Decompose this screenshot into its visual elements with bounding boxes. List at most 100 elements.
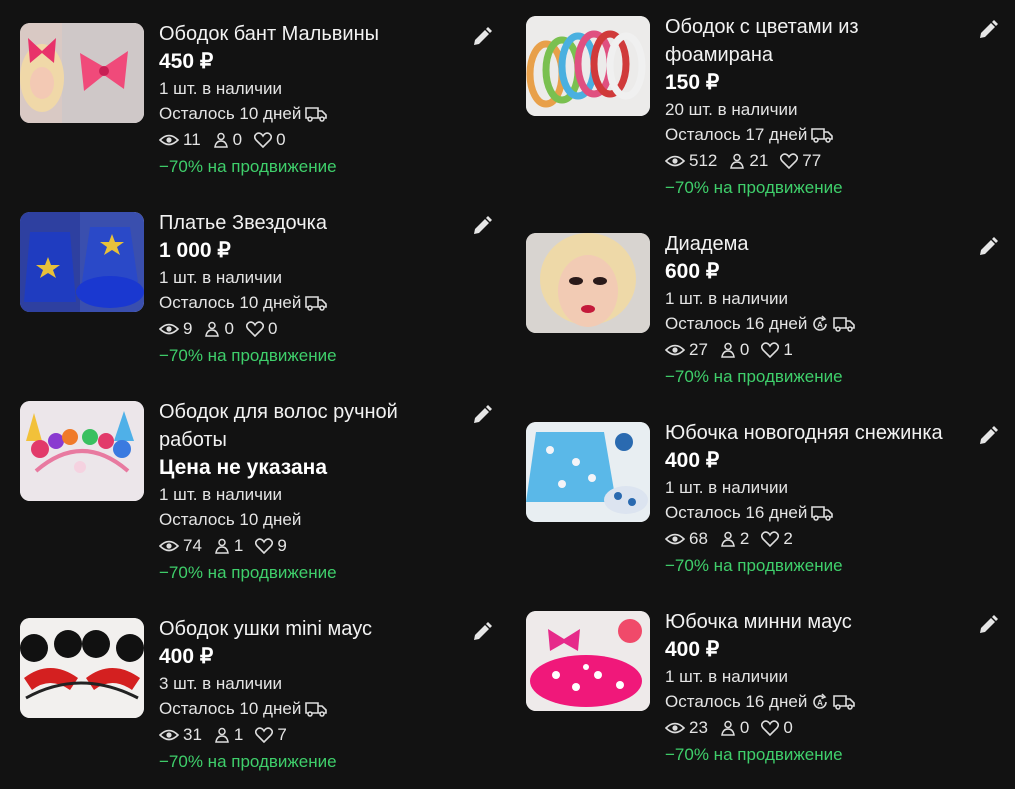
heart-icon: [255, 727, 274, 743]
heart-icon: [780, 153, 799, 169]
listing-card[interactable]: Платье Звездочка 1 000 ₽ 1 шт. в наличии…: [20, 212, 495, 382]
views-count: 31: [183, 725, 202, 744]
views-count: 11: [183, 130, 201, 149]
listing-price: 400 ₽: [665, 638, 720, 661]
eye-icon: [159, 134, 179, 146]
listing-title[interactable]: Платье Звездочка: [159, 209, 469, 237]
eye-icon: [665, 533, 685, 545]
eye-icon: [159, 323, 179, 335]
heart-icon: [245, 321, 264, 337]
listing-card[interactable]: Юбочка новогодняя снежинка 400 ₽ 1 шт. в…: [526, 422, 1001, 592]
person-icon: [205, 321, 220, 337]
remaining-row: Осталось 10 дней: [159, 101, 469, 126]
edit-button[interactable]: [471, 215, 493, 237]
listing-price: 1 000 ₽: [159, 239, 231, 262]
likes-count: 0: [276, 130, 286, 149]
listing-card[interactable]: Ободок ушки mini маус 400 ₽ 3 шт. в нали…: [20, 618, 495, 788]
contacts-count: 1: [233, 725, 244, 744]
heart-icon: [761, 531, 780, 547]
pencil-icon: [980, 237, 998, 255]
listing-card[interactable]: Юбочка минни маус 400 ₽ 1 шт. в наличии …: [526, 611, 1001, 781]
pencil-icon: [980, 615, 998, 633]
stock-text: 20 шт. в наличии: [665, 100, 798, 119]
promo-text[interactable]: −70% на продвижение: [665, 742, 975, 767]
svg-text:A: A: [817, 320, 823, 329]
stock-text: 1 шт. в наличии: [159, 485, 283, 504]
heart-icon: [761, 342, 780, 358]
listing-title[interactable]: Ободок для волос ручной работы: [159, 398, 449, 454]
edit-button[interactable]: [977, 425, 999, 447]
truck-icon: [305, 106, 328, 122]
promo-text[interactable]: −70% на продвижение: [665, 553, 975, 578]
remaining-row: Осталось 16 дней A: [665, 689, 975, 714]
remaining-row: Осталось 16 дней: [665, 500, 975, 525]
pencil-icon: [474, 405, 492, 423]
likes-count: 9: [277, 536, 287, 555]
promo-text[interactable]: −70% на продвижение: [665, 175, 945, 200]
listing-card[interactable]: Ободок для волос ручной работы Цена не у…: [20, 401, 495, 601]
contacts-count: 0: [739, 340, 750, 359]
likes-count: 1: [783, 340, 793, 359]
heart-icon: [254, 132, 273, 148]
remaining-row: Осталось 10 дней: [159, 696, 469, 721]
person-icon: [730, 153, 745, 169]
listing-photo[interactable]: [526, 233, 650, 333]
contacts-count: 21: [749, 151, 769, 170]
listing-title[interactable]: Ободок с цветами из фоамирана: [665, 13, 945, 69]
listing-photo[interactable]: [526, 422, 650, 522]
pencil-icon: [474, 216, 492, 234]
remaining-text: Осталось 16 дней: [665, 692, 808, 711]
remaining-row: Осталось 16 дней A: [665, 311, 975, 336]
listing-card[interactable]: Диадема 600 ₽ 1 шт. в наличии Осталось 1…: [526, 233, 1001, 403]
pencil-icon: [980, 426, 998, 444]
eye-icon: [159, 729, 179, 741]
remaining-row: Осталось 17 дней: [665, 122, 945, 147]
remaining-text: Осталось 17 дней: [665, 125, 808, 144]
remaining-text: Осталось 16 дней: [665, 314, 808, 333]
stats-row: 31 1 7: [159, 721, 469, 749]
contacts-count: 2: [739, 529, 750, 548]
listing-photo[interactable]: [526, 16, 650, 116]
promo-text[interactable]: −70% на продвижение: [159, 560, 449, 585]
promo-text[interactable]: −70% на продвижение: [159, 154, 469, 179]
promo-text[interactable]: −70% на продвижение: [159, 343, 469, 368]
edit-button[interactable]: [977, 236, 999, 258]
person-icon: [215, 727, 229, 743]
listing-price: 150 ₽: [665, 71, 720, 94]
listing-title[interactable]: Ободок ушки mini маус: [159, 615, 469, 643]
listing-card[interactable]: Ободок с цветами из фоамирана 150 ₽ 20 ш…: [526, 16, 1001, 216]
edit-button[interactable]: [471, 404, 493, 426]
listing-price: 400 ₽: [159, 645, 214, 668]
promo-text[interactable]: −70% на продвижение: [159, 749, 469, 774]
eye-icon: [665, 155, 685, 167]
edit-button[interactable]: [471, 26, 493, 48]
remaining-text: Осталось 16 дней: [665, 503, 808, 522]
remaining-text: Осталось 10 дней: [159, 699, 302, 718]
stats-row: 74 1 9: [159, 532, 449, 560]
listing-title[interactable]: Юбочка минни маус: [665, 608, 975, 636]
listing-photo[interactable]: [20, 212, 144, 312]
listing-title[interactable]: Диадема: [665, 230, 975, 258]
listing-card[interactable]: Ободок бант Мальвины 450 ₽ 1 шт. в налич…: [20, 23, 495, 193]
listing-title[interactable]: Ободок бант Мальвины: [159, 20, 469, 48]
listing-title[interactable]: Юбочка новогодняя снежинка: [665, 419, 975, 447]
listing-photo[interactable]: [20, 23, 144, 123]
pencil-icon: [980, 20, 998, 38]
stock-text: 1 шт. в наличии: [159, 268, 283, 287]
listing-photo[interactable]: [526, 611, 650, 711]
pencil-icon: [474, 27, 492, 45]
edit-button[interactable]: [471, 621, 493, 643]
stock-text: 1 шт. в наличии: [159, 79, 283, 98]
promo-text[interactable]: −70% на продвижение: [665, 364, 975, 389]
svg-text:A: A: [817, 698, 823, 707]
views-count: 9: [183, 319, 193, 338]
remaining-text: Осталось 10 дней: [159, 510, 302, 529]
listing-photo[interactable]: [20, 401, 144, 501]
likes-count: 2: [783, 529, 793, 548]
listing-photo[interactable]: [20, 618, 144, 718]
edit-button[interactable]: [977, 19, 999, 41]
stock-text: 1 шт. в наличии: [665, 289, 789, 308]
edit-button[interactable]: [977, 614, 999, 636]
views-count: 512: [689, 151, 718, 170]
truck-icon: [305, 295, 328, 311]
